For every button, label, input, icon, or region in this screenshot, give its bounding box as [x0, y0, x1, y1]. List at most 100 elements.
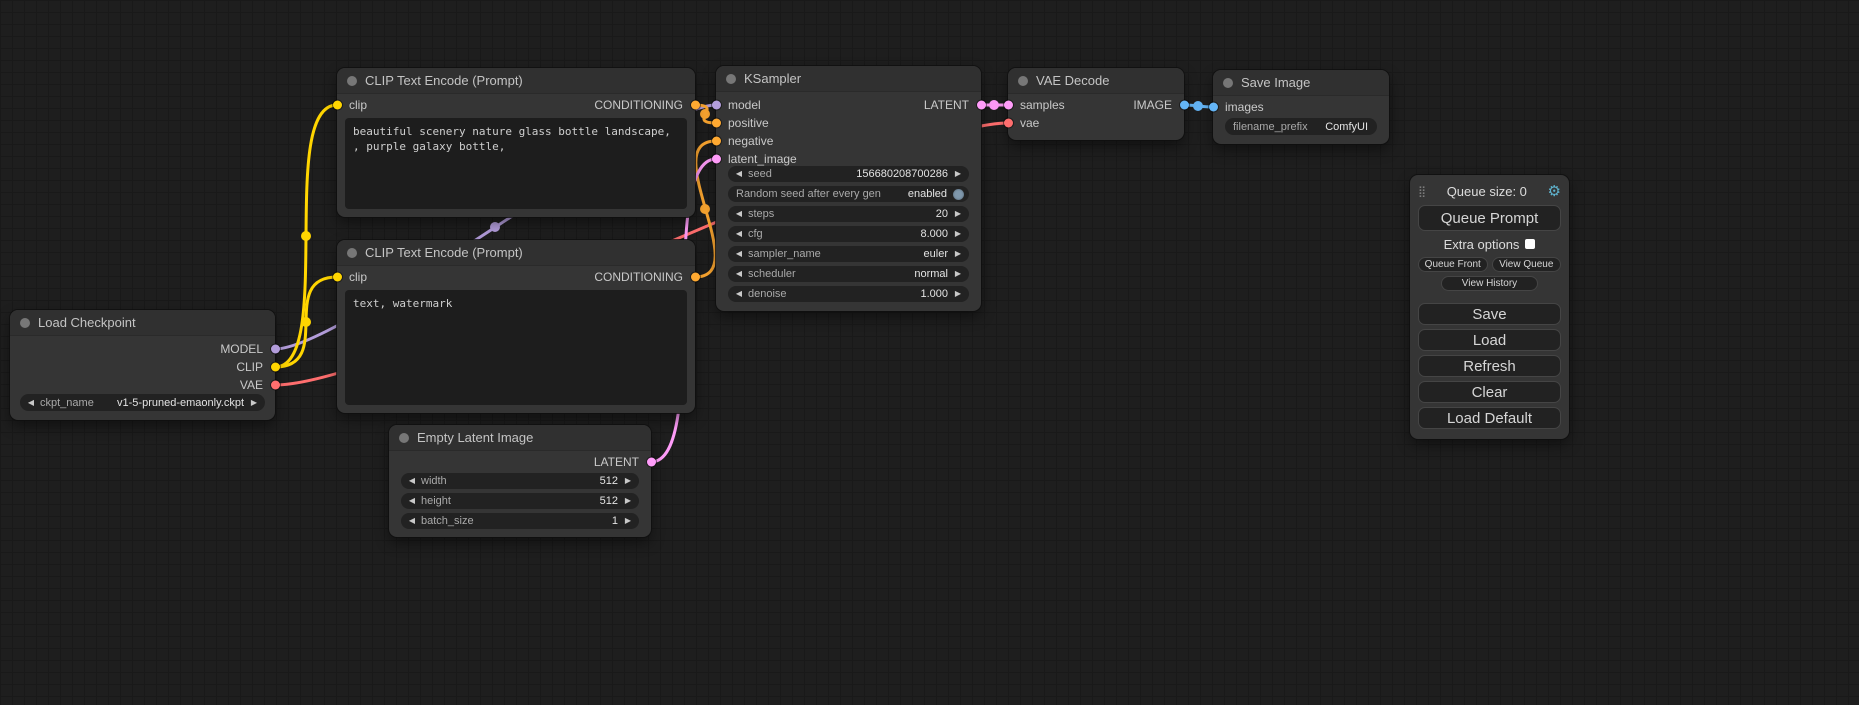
output-port-image[interactable]: [1180, 101, 1189, 110]
drag-handle-icon[interactable]: ⣿: [1418, 185, 1426, 198]
queue-prompt-button[interactable]: Queue Prompt: [1418, 205, 1561, 231]
clear-button[interactable]: Clear: [1418, 381, 1561, 403]
sampler-name-widget[interactable]: ◀ sampler_name euler ▶: [728, 246, 969, 262]
link-dot-model[interactable]: [490, 222, 500, 232]
increment-arrow-icon[interactable]: ▶: [952, 226, 964, 242]
node-load-checkpoint[interactable]: Load Checkpoint MODEL CLIP VAE ◀ ckpt_na…: [10, 310, 275, 420]
decrement-arrow-icon[interactable]: ◀: [733, 246, 745, 262]
collapse-dot-icon[interactable]: [399, 433, 409, 443]
view-queue-button[interactable]: View Queue: [1492, 257, 1562, 272]
decrement-arrow-icon[interactable]: ◀: [406, 493, 418, 509]
node-title-bar[interactable]: CLIP Text Encode (Prompt): [337, 68, 695, 94]
increment-arrow-icon[interactable]: ▶: [952, 166, 964, 182]
decrement-arrow-icon[interactable]: ◀: [733, 286, 745, 302]
increment-arrow-icon[interactable]: ▶: [952, 286, 964, 302]
link-dot-latent-samples[interactable]: [989, 100, 999, 110]
node-save-image[interactable]: Save Image images filename_prefix ComfyU…: [1213, 70, 1389, 144]
input-port-samples[interactable]: [1004, 101, 1013, 110]
node-title-bar[interactable]: VAE Decode: [1008, 68, 1184, 94]
settings-gear-icon[interactable]: ⚙: [1548, 182, 1561, 200]
input-port-negative[interactable]: [712, 137, 721, 146]
width-widget[interactable]: ◀ width 512 ▶: [401, 473, 639, 489]
node-title-bar[interactable]: Load Checkpoint: [10, 310, 275, 336]
input-port-model[interactable]: [712, 101, 721, 110]
queue-front-button[interactable]: Queue Front: [1418, 257, 1488, 272]
refresh-button[interactable]: Refresh: [1418, 355, 1561, 377]
positive-prompt-textarea[interactable]: beautiful scenery nature glass bottle la…: [345, 118, 687, 209]
batch-size-widget[interactable]: ◀ batch_size 1 ▶: [401, 513, 639, 529]
input-port-images[interactable]: [1209, 103, 1218, 112]
toggle-ball-icon[interactable]: [953, 189, 964, 200]
increment-arrow-icon[interactable]: ▶: [248, 395, 260, 411]
decrement-arrow-icon[interactable]: ◀: [733, 206, 745, 222]
link-dot-clip-positive[interactable]: [301, 231, 311, 241]
output-port-latent[interactable]: [977, 101, 986, 110]
input-port-clip[interactable]: [333, 101, 342, 110]
collapse-dot-icon[interactable]: [726, 74, 736, 84]
node-ksampler[interactable]: KSampler model LATENT positive negative …: [716, 66, 981, 311]
decrement-arrow-icon[interactable]: ◀: [733, 226, 745, 242]
node-graph-canvas[interactable]: Load Checkpoint MODEL CLIP VAE ◀ ckpt_na…: [0, 0, 1859, 705]
output-port-vae[interactable]: [271, 381, 280, 390]
input-port-vae[interactable]: [1004, 119, 1013, 128]
node-title: CLIP Text Encode (Prompt): [365, 245, 523, 260]
increment-arrow-icon[interactable]: ▶: [952, 266, 964, 282]
link-dot-conditioning-negative[interactable]: [700, 204, 710, 214]
increment-arrow-icon[interactable]: ▶: [622, 493, 634, 509]
node-title-bar[interactable]: KSampler: [716, 66, 981, 92]
increment-arrow-icon[interactable]: ▶: [622, 513, 634, 529]
output-port-latent[interactable]: [647, 458, 656, 467]
link-dot-conditioning-positive[interactable]: [700, 109, 710, 119]
scheduler-widget[interactable]: ◀ scheduler normal ▶: [728, 266, 969, 282]
queue-small-buttons-row: Queue Front View Queue: [1418, 257, 1561, 272]
widget-value: 156680208700286: [856, 166, 948, 182]
increment-arrow-icon[interactable]: ▶: [952, 246, 964, 262]
increment-arrow-icon[interactable]: ▶: [622, 473, 634, 489]
increment-arrow-icon[interactable]: ▶: [952, 206, 964, 222]
output-port-conditioning[interactable]: [691, 273, 700, 282]
input-label-samples: samples: [1020, 98, 1065, 112]
output-port-model[interactable]: [271, 345, 280, 354]
collapse-dot-icon[interactable]: [347, 76, 357, 86]
node-clip-text-encode-positive[interactable]: CLIP Text Encode (Prompt) clip CONDITION…: [337, 68, 695, 217]
save-button[interactable]: Save: [1418, 303, 1561, 325]
node-title-bar[interactable]: Save Image: [1213, 70, 1389, 96]
filename-prefix-widget[interactable]: filename_prefix ComfyUI: [1225, 118, 1377, 135]
node-empty-latent-image[interactable]: Empty Latent Image LATENT ◀ width 512 ▶ …: [389, 425, 651, 537]
node-clip-text-encode-negative[interactable]: CLIP Text Encode (Prompt) clip CONDITION…: [337, 240, 695, 413]
decrement-arrow-icon[interactable]: ◀: [406, 513, 418, 529]
extra-options-checkbox[interactable]: [1525, 239, 1535, 249]
input-port-latent-image[interactable]: [712, 155, 721, 164]
widget-label: height: [421, 493, 451, 509]
collapse-dot-icon[interactable]: [1223, 78, 1233, 88]
input-port-clip[interactable]: [333, 273, 342, 282]
output-port-conditioning[interactable]: [691, 101, 700, 110]
collapse-dot-icon[interactable]: [1018, 76, 1028, 86]
decrement-arrow-icon[interactable]: ◀: [406, 473, 418, 489]
link-dot-image[interactable]: [1193, 101, 1203, 111]
output-port-clip[interactable]: [271, 363, 280, 372]
node-vae-decode[interactable]: VAE Decode samples IMAGE vae: [1008, 68, 1184, 140]
decrement-arrow-icon[interactable]: ◀: [733, 166, 745, 182]
input-label-clip: clip: [349, 98, 367, 112]
negative-prompt-textarea[interactable]: text, watermark: [345, 290, 687, 405]
seed-widget[interactable]: ◀ seed 156680208700286 ▶: [728, 166, 969, 182]
link-dot-clip-negative[interactable]: [301, 317, 311, 327]
collapse-dot-icon[interactable]: [20, 318, 30, 328]
height-widget[interactable]: ◀ height 512 ▶: [401, 493, 639, 509]
view-history-button[interactable]: View History: [1441, 276, 1538, 291]
load-default-button[interactable]: Load Default: [1418, 407, 1561, 429]
cfg-widget[interactable]: ◀ cfg 8.000 ▶: [728, 226, 969, 242]
collapse-dot-icon[interactable]: [347, 248, 357, 258]
output-label-vae: VAE: [240, 378, 263, 392]
load-button[interactable]: Load: [1418, 329, 1561, 351]
random-seed-toggle-widget[interactable]: Random seed after every gen enabled: [728, 186, 969, 202]
ckpt-name-widget[interactable]: ◀ ckpt_name v1-5-pruned-emaonly.ckpt ▶: [20, 394, 265, 411]
denoise-widget[interactable]: ◀ denoise 1.000 ▶: [728, 286, 969, 302]
steps-widget[interactable]: ◀ steps 20 ▶: [728, 206, 969, 222]
decrement-arrow-icon[interactable]: ◀: [733, 266, 745, 282]
input-port-positive[interactable]: [712, 119, 721, 128]
node-title-bar[interactable]: Empty Latent Image: [389, 425, 651, 451]
node-title-bar[interactable]: CLIP Text Encode (Prompt): [337, 240, 695, 266]
decrement-arrow-icon[interactable]: ◀: [25, 395, 37, 411]
